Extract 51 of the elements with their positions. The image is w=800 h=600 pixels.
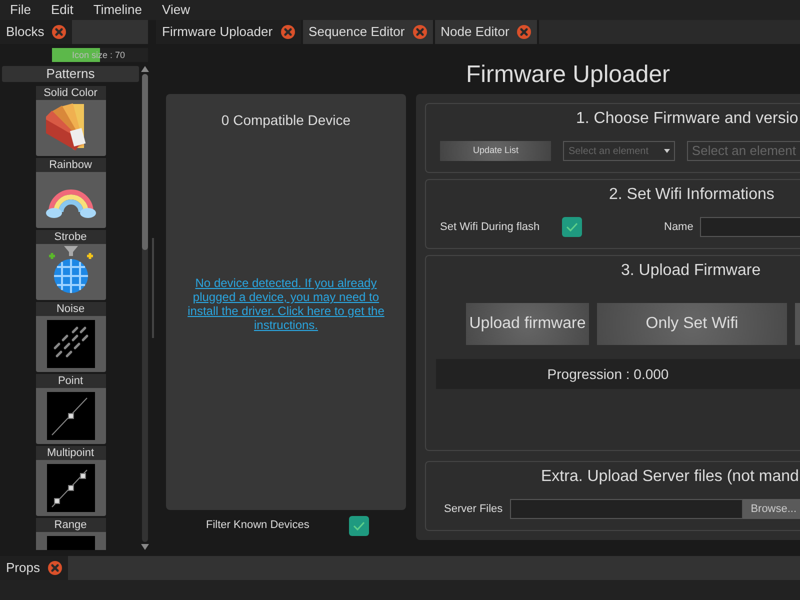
- pattern-block[interactable]: Solid Color: [36, 86, 106, 156]
- checkbox[interactable]: [562, 217, 582, 237]
- close-icon[interactable]: [48, 561, 62, 575]
- upload-group: 3. Upload Firmware Upload firmware Only Set Wifi Progression : 0.000: [425, 255, 800, 451]
- filter-label: Filter Known Devices: [206, 518, 310, 534]
- scroll-up-icon[interactable]: [141, 66, 149, 72]
- check-icon: [353, 520, 366, 530]
- menu-item[interactable]: File: [0, 0, 41, 20]
- caret-icon: [664, 149, 670, 153]
- update-list-button[interactable]: Update List: [440, 141, 552, 161]
- scrollbar[interactable]: [140, 66, 150, 550]
- wifi-group: 2. Set Wifi Informations Set Wifi During flash Name: [425, 179, 800, 249]
- tab[interactable]: Sequence Editor: [302, 20, 433, 44]
- pattern-block[interactable]: Rainbow: [36, 158, 106, 228]
- upload-action-button[interactable]: Upload firmware: [466, 303, 589, 345]
- pattern-block[interactable]: Point: [36, 374, 106, 444]
- menu-item[interactable]: Edit: [40, 0, 84, 20]
- upload-action-button[interactable]: Only Set Wifi: [597, 303, 787, 345]
- tab[interactable]: Firmware Uploader: [156, 20, 301, 44]
- section-header: Patterns: [2, 66, 139, 82]
- server-files-label: Server Files: [444, 502, 503, 517]
- name-field[interactable]: [700, 217, 800, 237]
- curve-graph-drawing: [46, 392, 94, 440]
- close-icon[interactable]: [52, 25, 66, 39]
- device-count-heading: 0 Compatible Device: [221, 111, 351, 130]
- browse-button[interactable]: Browse...: [742, 499, 800, 519]
- pattern-block[interactable]: Noise: [36, 302, 106, 372]
- scroll-down-icon[interactable]: [141, 544, 149, 550]
- tab[interactable]: Blocks: [0, 20, 72, 44]
- checkbox[interactable]: [349, 516, 370, 536]
- close-icon[interactable]: [412, 25, 427, 39]
- server-files-group: Extra. Upload Server files (not mand Server Files Browse...: [425, 461, 800, 531]
- check-icon: [566, 222, 578, 232]
- name-label: Name: [664, 220, 694, 235]
- pattern-block[interactable]: Range: [36, 518, 106, 550]
- pattern-block[interactable]: Multipoint: [36, 446, 106, 516]
- pattern-block[interactable]: Strobe: [36, 230, 106, 300]
- tab[interactable]: Props: [0, 556, 68, 580]
- tab[interactable]: Node Editor: [434, 20, 538, 44]
- progression-readout: Progression : 0.000: [436, 359, 800, 389]
- menu-item[interactable]: Timeline: [83, 0, 152, 20]
- page-title: Firmware Uploader: [464, 60, 672, 90]
- server-files-field[interactable]: [510, 499, 743, 519]
- choose-firmware-group: 1. Choose Firmware and versio Update List Select an element Select an element: [425, 103, 800, 173]
- menu-item[interactable]: View: [152, 0, 200, 20]
- close-icon[interactable]: [517, 25, 532, 39]
- curve-graph-drawing: [46, 464, 94, 512]
- close-icon[interactable]: [280, 25, 295, 39]
- noise-pattern-drawing: [46, 320, 94, 368]
- wifi-flash-label: Set Wifi During flash: [440, 220, 541, 235]
- driver-instructions-link[interactable]: No device detected. If you already plugged a device, you may need to install the driver. Click here to get the instructions.: [180, 276, 392, 332]
